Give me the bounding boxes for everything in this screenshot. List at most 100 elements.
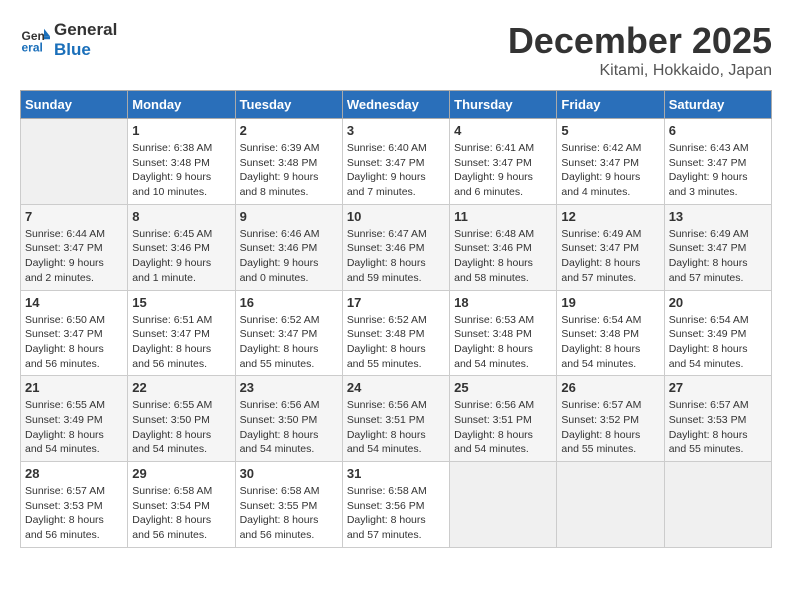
week-row-2: 7 Sunrise: 6:44 AMSunset: 3:47 PMDaylight… — [21, 204, 772, 290]
day-info: Sunrise: 6:57 AMSunset: 3:52 PMDaylight:… — [561, 398, 659, 457]
calendar-cell: 18Sunrise: 6:53 AMSunset: 3:48 PMDayligh… — [450, 290, 557, 376]
day-number: 27 — [669, 380, 767, 395]
calendar-cell: 25Sunrise: 6:56 AMSunset: 3:51 PMDayligh… — [450, 376, 557, 462]
calendar-cell — [557, 462, 664, 548]
weekday-header-sunday: Sunday — [21, 91, 128, 119]
day-number: 21 — [25, 380, 123, 395]
day-number: 20 — [669, 295, 767, 310]
week-row-3: 14Sunrise: 6:50 AMSunset: 3:47 PMDayligh… — [21, 290, 772, 376]
week-row-1: 1Sunrise: 6:38 AMSunset: 3:48 PMDaylight… — [21, 119, 772, 205]
day-number: 8 — [132, 209, 230, 224]
day-info: Sunrise: 6:58 AMSunset: 3:54 PMDaylight:… — [132, 484, 230, 543]
day-number: 2 — [240, 123, 338, 138]
calendar-cell: 22 Sunrise: 6:55 AMSunset: 3:50 PMDayligh… — [128, 376, 235, 462]
calendar-cell: 9Sunrise: 6:46 AMSunset: 3:46 PMDaylight… — [235, 204, 342, 290]
day-number: 23 — [240, 380, 338, 395]
calendar-cell — [664, 462, 771, 548]
calendar-cell: 13Sunrise: 6:49 AMSunset: 3:47 PMDayligh… — [664, 204, 771, 290]
calendar-cell: 11 Sunrise: 6:48 AMSunset: 3:46 PMDayligh… — [450, 204, 557, 290]
weekday-header-tuesday: Tuesday — [235, 91, 342, 119]
calendar-cell: 2 Sunrise: 6:39 AMSunset: 3:48 PMDaylight… — [235, 119, 342, 205]
day-number: 28 — [25, 466, 123, 481]
day-number: 9 — [240, 209, 338, 224]
calendar-cell: 15Sunrise: 6:51 AMSunset: 3:47 PMDayligh… — [128, 290, 235, 376]
logo-text: GeneralBlue — [54, 20, 117, 61]
calendar-cell: 4 Sunrise: 6:41 AMSunset: 3:47 PMDaylight… — [450, 119, 557, 205]
calendar-cell: 7 Sunrise: 6:44 AMSunset: 3:47 PMDaylight… — [21, 204, 128, 290]
day-number: 26 — [561, 380, 659, 395]
calendar-cell: 14Sunrise: 6:50 AMSunset: 3:47 PMDayligh… — [21, 290, 128, 376]
day-info: Sunrise: 6:57 AMSunset: 3:53 PMDaylight:… — [25, 484, 123, 543]
calendar-cell: 10Sunrise: 6:47 AMSunset: 3:46 PMDayligh… — [342, 204, 449, 290]
day-info: Sunrise: 6:56 AMSunset: 3:51 PMDaylight:… — [347, 398, 445, 457]
day-info: Sunrise: 6:39 AMSunset: 3:48 PMDaylight:… — [240, 141, 338, 200]
day-number: 18 — [454, 295, 552, 310]
calendar-cell: 28 Sunrise: 6:57 AMSunset: 3:53 PMDayligh… — [21, 462, 128, 548]
day-info: Sunrise: 6:47 AMSunset: 3:46 PMDaylight:… — [347, 227, 445, 286]
weekday-row: SundayMondayTuesdayWednesdayThursdayFrid… — [21, 91, 772, 119]
day-number: 4 — [454, 123, 552, 138]
day-number: 1 — [132, 123, 230, 138]
day-number: 12 — [561, 209, 659, 224]
day-info: Sunrise: 6:44 AMSunset: 3:47 PMDaylight:… — [25, 227, 123, 286]
calendar-cell: 8 Sunrise: 6:45 AMSunset: 3:46 PMDaylight… — [128, 204, 235, 290]
page-header: Gen eral GeneralBlue December 2025 Kitam… — [20, 20, 772, 80]
title-block: December 2025 Kitami, Hokkaido, Japan — [508, 20, 772, 80]
weekday-header-thursday: Thursday — [450, 91, 557, 119]
day-number: 16 — [240, 295, 338, 310]
day-info: Sunrise: 6:40 AMSunset: 3:47 PMDaylight:… — [347, 141, 445, 200]
calendar-cell: 29 Sunrise: 6:58 AMSunset: 3:54 PMDayligh… — [128, 462, 235, 548]
calendar-header: SundayMondayTuesdayWednesdayThursdayFrid… — [21, 91, 772, 119]
day-info: Sunrise: 6:55 AMSunset: 3:49 PMDaylight:… — [25, 398, 123, 457]
day-info: Sunrise: 6:55 AMSunset: 3:50 PMDaylight:… — [132, 398, 230, 457]
weekday-header-monday: Monday — [128, 91, 235, 119]
weekday-header-friday: Friday — [557, 91, 664, 119]
svg-text:eral: eral — [22, 41, 43, 55]
calendar-cell: 6Sunrise: 6:43 AMSunset: 3:47 PMDaylight… — [664, 119, 771, 205]
calendar-cell: 27 Sunrise: 6:57 AMSunset: 3:53 PMDayligh… — [664, 376, 771, 462]
day-info: Sunrise: 6:56 AMSunset: 3:50 PMDaylight:… — [240, 398, 338, 457]
day-number: 31 — [347, 466, 445, 481]
day-number: 11 — [454, 209, 552, 224]
day-info: Sunrise: 6:57 AMSunset: 3:53 PMDaylight:… — [669, 398, 767, 457]
logo-icon: Gen eral — [20, 25, 50, 55]
calendar-cell: 31Sunrise: 6:58 AMSunset: 3:56 PMDayligh… — [342, 462, 449, 548]
calendar-cell: 1Sunrise: 6:38 AMSunset: 3:48 PMDaylight… — [128, 119, 235, 205]
weekday-header-saturday: Saturday — [664, 91, 771, 119]
day-info: Sunrise: 6:43 AMSunset: 3:47 PMDaylight:… — [669, 141, 767, 200]
day-number: 29 — [132, 466, 230, 481]
calendar-cell: 26 Sunrise: 6:57 AMSunset: 3:52 PMDayligh… — [557, 376, 664, 462]
day-info: Sunrise: 6:58 AMSunset: 3:55 PMDaylight:… — [240, 484, 338, 543]
calendar-cell — [21, 119, 128, 205]
day-info: Sunrise: 6:54 AMSunset: 3:49 PMDaylight:… — [669, 313, 767, 372]
calendar-cell: 12 Sunrise: 6:49 AMSunset: 3:47 PMDayligh… — [557, 204, 664, 290]
day-info: Sunrise: 6:51 AMSunset: 3:47 PMDaylight:… — [132, 313, 230, 372]
day-info: Sunrise: 6:49 AMSunset: 3:47 PMDaylight:… — [669, 227, 767, 286]
day-number: 14 — [25, 295, 123, 310]
day-info: Sunrise: 6:45 AMSunset: 3:46 PMDaylight:… — [132, 227, 230, 286]
calendar-cell: 30 Sunrise: 6:58 AMSunset: 3:55 PMDayligh… — [235, 462, 342, 548]
day-info: Sunrise: 6:48 AMSunset: 3:46 PMDaylight:… — [454, 227, 552, 286]
calendar-cell: 23 Sunrise: 6:56 AMSunset: 3:50 PMDayligh… — [235, 376, 342, 462]
calendar-cell: 16 Sunrise: 6:52 AMSunset: 3:47 PMDayligh… — [235, 290, 342, 376]
calendar-body: 1Sunrise: 6:38 AMSunset: 3:48 PMDaylight… — [21, 119, 772, 548]
day-info: Sunrise: 6:52 AMSunset: 3:48 PMDaylight:… — [347, 313, 445, 372]
day-number: 22 — [132, 380, 230, 395]
calendar-cell: 17Sunrise: 6:52 AMSunset: 3:48 PMDayligh… — [342, 290, 449, 376]
week-row-5: 28 Sunrise: 6:57 AMSunset: 3:53 PMDayligh… — [21, 462, 772, 548]
logo: Gen eral GeneralBlue — [20, 20, 117, 61]
calendar-cell: 21 Sunrise: 6:55 AMSunset: 3:49 PMDayligh… — [21, 376, 128, 462]
day-number: 5 — [561, 123, 659, 138]
day-info: Sunrise: 6:56 AMSunset: 3:51 PMDaylight:… — [454, 398, 552, 457]
day-info: Sunrise: 6:52 AMSunset: 3:47 PMDaylight:… — [240, 313, 338, 372]
calendar-cell: 24 Sunrise: 6:56 AMSunset: 3:51 PMDayligh… — [342, 376, 449, 462]
day-info: Sunrise: 6:41 AMSunset: 3:47 PMDaylight:… — [454, 141, 552, 200]
week-row-4: 21 Sunrise: 6:55 AMSunset: 3:49 PMDayligh… — [21, 376, 772, 462]
day-number: 7 — [25, 209, 123, 224]
weekday-header-wednesday: Wednesday — [342, 91, 449, 119]
day-info: Sunrise: 6:49 AMSunset: 3:47 PMDaylight:… — [561, 227, 659, 286]
day-number: 24 — [347, 380, 445, 395]
calendar-cell: 20 Sunrise: 6:54 AMSunset: 3:49 PMDayligh… — [664, 290, 771, 376]
day-number: 30 — [240, 466, 338, 481]
calendar-cell: 3Sunrise: 6:40 AMSunset: 3:47 PMDaylight… — [342, 119, 449, 205]
